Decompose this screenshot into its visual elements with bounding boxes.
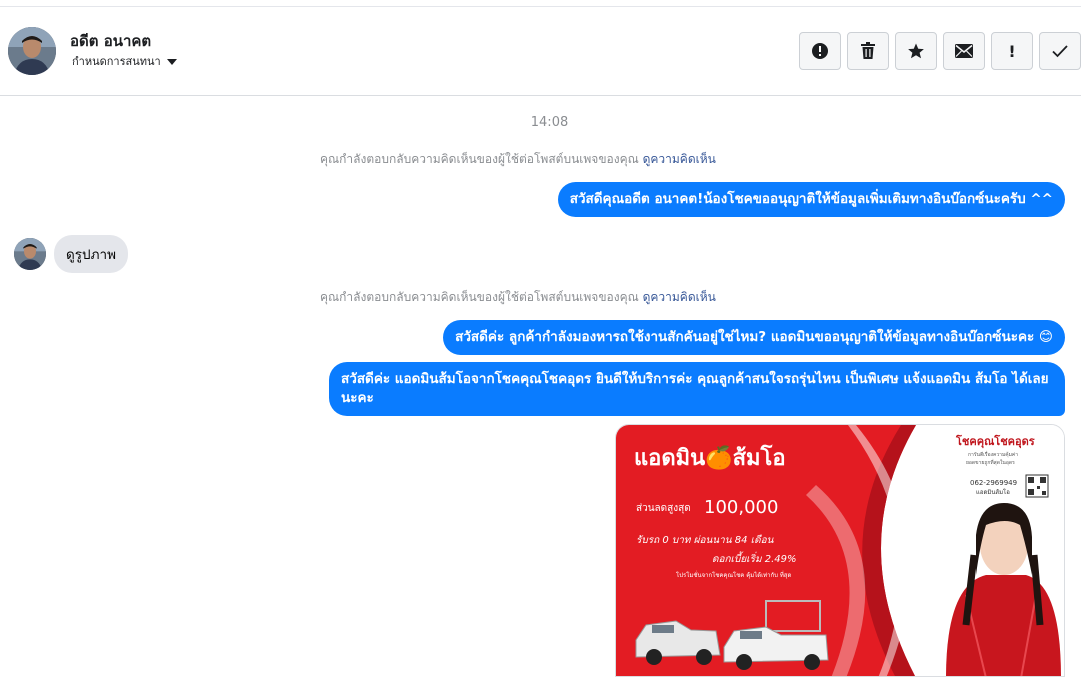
comment-reply-note: คุณกำลังตอบกลับความคิดเห็นของผู้ใช้ต่อโพ… — [320, 150, 716, 169]
avatar[interactable] — [8, 27, 56, 75]
header-actions: ! — [799, 32, 1081, 70]
caret-down-icon — [166, 58, 177, 65]
promo-phone-label: แอดมินส้มโอ — [976, 488, 1010, 496]
comment-reply-note: คุณกำลังตอบกลับความคิดเห็นของผู้ใช้ต่อโพ… — [320, 288, 716, 307]
promo-discount-value: 100,000 — [704, 497, 778, 518]
message-timestamp: 14:08 — [530, 115, 569, 130]
outgoing-message[interactable]: สวัสดีค่ะ แอดมินส้มโอจากโชคคุณโชคอุดร ยิ… — [329, 362, 1065, 416]
view-comment-link[interactable]: ดูความคิดเห็น — [643, 152, 716, 166]
view-comment-link[interactable]: ดูความคิดเห็น — [643, 290, 716, 304]
envelope-icon — [955, 44, 973, 58]
conversation-schedule-dropdown[interactable]: กำหนดการสนทนา — [72, 52, 177, 70]
trash-icon — [861, 42, 875, 59]
contact-name: อดีต อนาคต — [70, 32, 152, 50]
follow-up-button[interactable]: ! — [991, 32, 1033, 70]
promo-line-2: ดอกเบี้ยเริ่ม 2.49% — [712, 551, 797, 565]
outgoing-message[interactable]: สวัสดีคุณอดีต อนาคต!น้องโชคขออนุญาติให้ข… — [557, 182, 1065, 217]
note-text: คุณกำลังตอบกลับความคิดเห็นของผู้ใช้ต่อโพ… — [320, 152, 639, 166]
promo-line-3: โปรโมชั่นจากโชคคุณโชค คุ้มได้เท่ากับ ที่… — [676, 571, 791, 579]
promo-headline: แอดมิน🍊ส้มโอ — [634, 444, 786, 471]
mark-unread-button[interactable] — [943, 32, 985, 70]
note-text: คุณกำลังตอบกลับความคิดเห็นของผู้ใช้ต่อโพ… — [320, 290, 639, 304]
avatar[interactable] — [14, 238, 46, 270]
outgoing-message[interactable]: สวัสดีค่ะ ลูกค้ากำลังมองหารถใช้งานสักคัน… — [443, 320, 1065, 355]
star-icon — [908, 43, 924, 59]
alert-circle-icon — [812, 43, 828, 59]
promo-line-1: รับรถ 0 บาท ผ่อนนาน 84 เดือน — [636, 534, 775, 546]
promo-brand-sub: การันตีเรื่องความคุ้มค่า — [968, 451, 1018, 458]
incoming-message[interactable]: ดูรูปภาพ — [54, 235, 128, 273]
schedule-label: กำหนดการสนทนา — [72, 55, 161, 68]
promo-discount-label: ส่วนลดสูงสุด — [636, 503, 691, 514]
conversation-header: อดีต อนาคต กำหนดการสนทนา ! — [0, 7, 1081, 96]
exclamation-icon: ! — [1008, 41, 1016, 61]
star-button[interactable] — [895, 32, 937, 70]
promo-phone: 062-2969949 — [970, 479, 1017, 487]
promo-image-attachment[interactable]: แอดมิน🍊ส้มโอ ส่วนลดสูงสุด 100,000 รับรถ … — [615, 424, 1065, 677]
promo-brand-sub-2: ยอดขายถูกที่สุดในอุดร — [966, 459, 1015, 466]
mark-done-button[interactable] — [1039, 32, 1081, 70]
promo-brand: โชคคุณโชคอุดร — [955, 434, 1035, 449]
mark-spam-button[interactable] — [799, 32, 841, 70]
qr-code-image — [1025, 474, 1049, 498]
checkmark-icon — [1052, 45, 1068, 58]
delete-button[interactable] — [847, 32, 889, 70]
